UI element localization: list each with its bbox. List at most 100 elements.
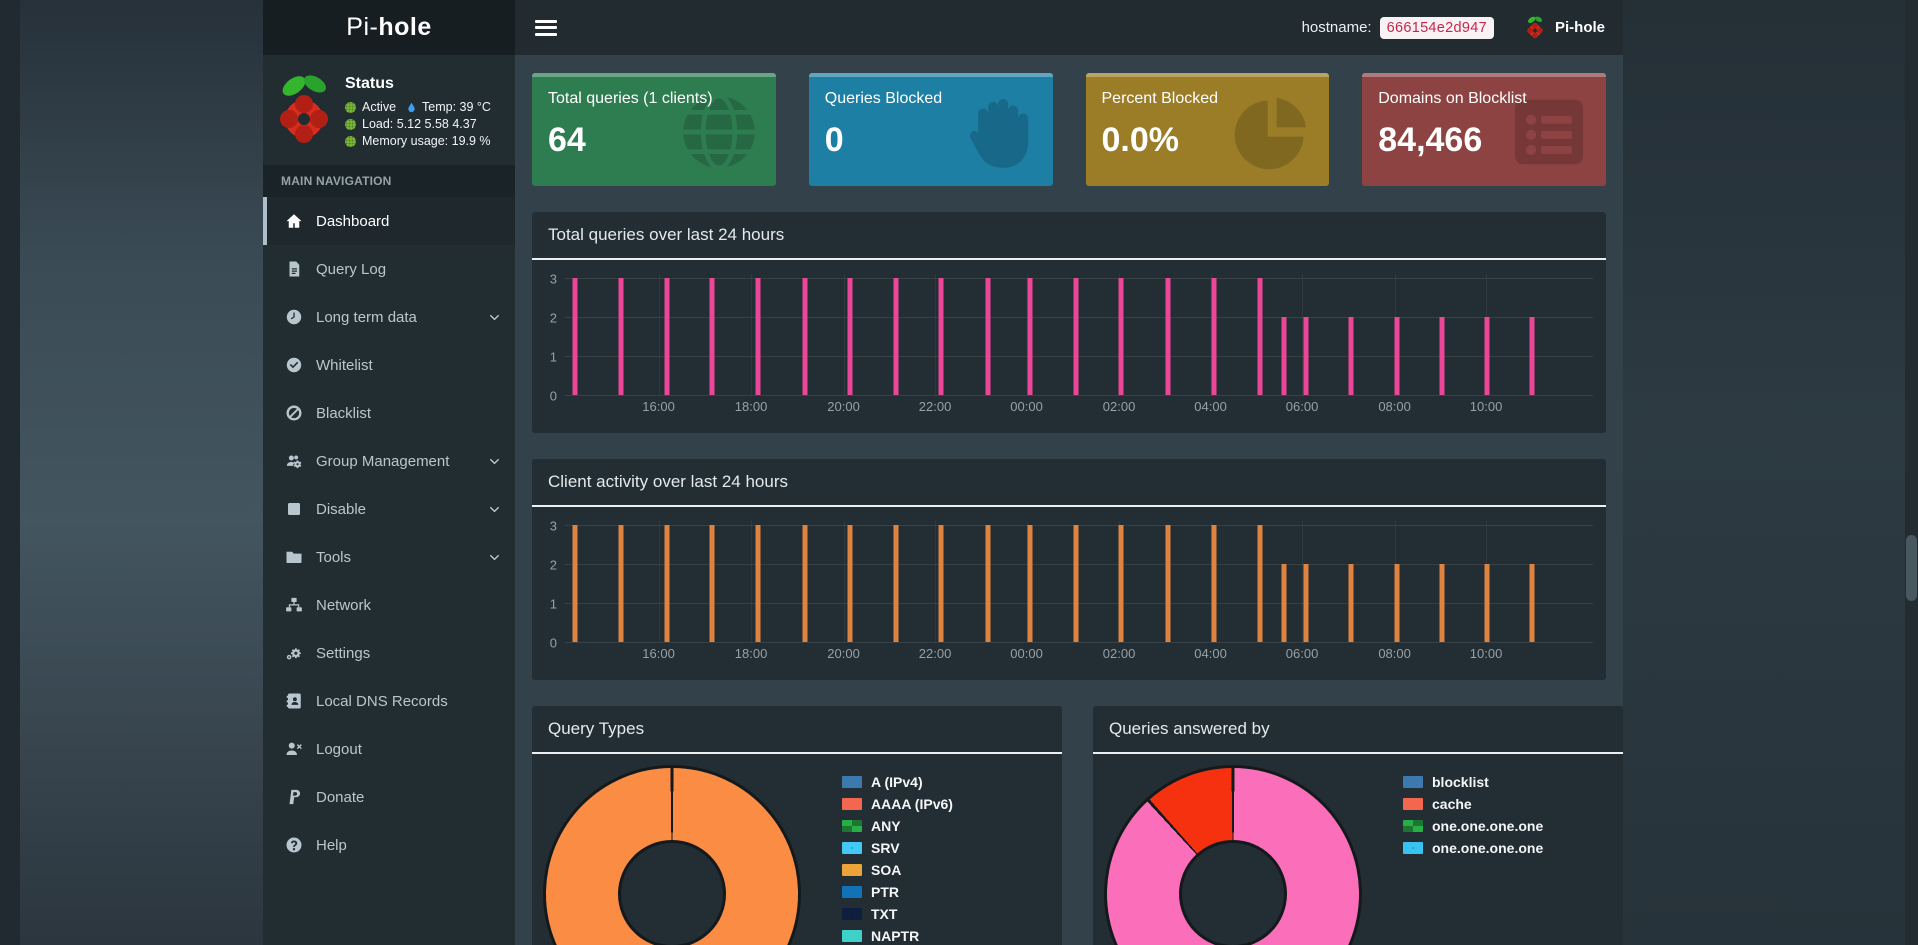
status-ok-icon — [345, 101, 356, 113]
legend-item-naptr[interactable]: NAPTR — [842, 925, 953, 945]
query-bar — [1118, 525, 1124, 642]
legend-item-any[interactable]: ANY — [842, 815, 953, 837]
sidebar-item-settings[interactable]: Settings — [263, 629, 515, 677]
query-bar — [709, 278, 715, 395]
status-temp-text: Temp: 39 °C — [422, 100, 491, 114]
legend-item-blocklist[interactable]: blocklist — [1403, 771, 1543, 793]
home-icon — [286, 214, 302, 228]
vertical-gridline — [658, 521, 660, 643]
card-label: Total queries (1 clients) — [548, 90, 713, 107]
donut-chart — [1107, 768, 1359, 945]
y-axis-tick-label: 3 — [549, 271, 557, 287]
query-bar — [1529, 317, 1535, 395]
stop-icon — [288, 503, 300, 515]
query-bar — [664, 525, 670, 642]
query-bar — [1257, 278, 1263, 395]
hostname-label: hostname: — [1301, 19, 1372, 36]
legend-item-ptr[interactable]: PTR — [842, 881, 953, 903]
chart-legend: blocklist cache one.one.one.one one.one.one… — [1403, 771, 1543, 859]
legend-item-srv[interactable]: SRV — [842, 837, 953, 859]
legend-color-chip — [842, 886, 862, 898]
legend-item-one-one-one-one[interactable]: one.one.one.one — [1403, 837, 1543, 859]
queries-answered-by-panel: Queries answered by blocklist cache one.on… — [1093, 706, 1623, 945]
sidebar-item-query-log[interactable]: Query Log — [263, 245, 515, 293]
query-bar — [847, 525, 853, 642]
legend-label: blocklist — [1432, 774, 1489, 790]
legend-color-chip — [842, 798, 862, 810]
legend-color-chip — [842, 842, 862, 854]
query-bar — [1281, 317, 1287, 395]
pihole-dashboard: Pi-hole hostname: 666154e2d947 Pi-hole S… — [0, 0, 1918, 945]
query-types-chart: A (IPv4) AAAA (IPv6) ANY SRV SOA PTR TXT NAPTR — [532, 754, 1062, 945]
sidebar-item-local-dns-records[interactable]: Local DNS Records — [263, 677, 515, 725]
sidebar-item-logout[interactable]: Logout — [263, 725, 515, 773]
sidebar-item-group-management[interactable]: Group Management — [263, 437, 515, 485]
card-label: Percent Blocked — [1101, 90, 1219, 107]
card-value: 64 — [548, 121, 586, 159]
legend-item-soa[interactable]: SOA — [842, 859, 953, 881]
query-bar — [1529, 564, 1535, 642]
query-bar — [1348, 317, 1354, 395]
query-bar — [618, 525, 623, 642]
query-bar — [1281, 564, 1287, 642]
query-bar — [802, 525, 808, 642]
query-bar — [572, 278, 578, 395]
sidebar-item-blacklist[interactable]: Blacklist — [263, 389, 515, 437]
legend-item-one-one-one-one[interactable]: one.one.one.one — [1403, 815, 1543, 837]
sidebar-item-label: Group Management — [316, 452, 450, 470]
app-logo[interactable]: Pi-hole — [263, 0, 515, 55]
y-axis-tick-label: 0 — [549, 388, 557, 404]
summary-card-domains-on-blocklist: Domains on Blocklist 84,466 — [1362, 73, 1606, 186]
legend-label: SRV — [871, 840, 900, 856]
sidebar-item-tools[interactable]: Tools — [263, 533, 515, 581]
top-navbar: Pi-hole hostname: 666154e2d947 Pi-hole — [263, 0, 1623, 55]
summary-cards-row: Total queries (1 clients) 64 Queries Block… — [532, 73, 1606, 186]
sidebar-item-whitelist[interactable]: Whitelist — [263, 341, 515, 389]
gears-icon — [286, 648, 301, 660]
sidebar-item-dashboard[interactable]: Dashboard — [263, 197, 515, 245]
status-text: Load: 5.12 5.58 4.37 — [362, 117, 477, 131]
sidebar-item-help[interactable]: Help — [263, 821, 515, 869]
legend-item-txt[interactable]: TXT — [842, 903, 953, 925]
sidebar-item-donate[interactable]: Donate — [263, 773, 515, 821]
sidebar-item-network[interactable]: Network — [263, 581, 515, 629]
legend-color-chip — [1403, 820, 1423, 832]
navbar-brand: Pi-hole — [1524, 15, 1605, 41]
legend-label: AAAA (IPv6) — [871, 796, 953, 812]
status-title: Status — [345, 75, 394, 92]
chevron-down-icon — [490, 458, 499, 464]
sidebar-toggle-icon[interactable] — [535, 19, 557, 36]
y-axis-tick-label: 2 — [549, 557, 557, 573]
content-area: Total queries (1 clients) 64 Queries Block… — [515, 55, 1623, 945]
query-bar — [1484, 317, 1490, 395]
legend-item-a-ipv4-[interactable]: A (IPv4) — [842, 771, 953, 793]
query-bar — [1303, 317, 1309, 395]
sidebar-item-label: Network — [316, 596, 372, 614]
page-background-left — [0, 0, 263, 945]
scrollbar-thumb[interactable] — [1906, 535, 1917, 601]
summary-card-total-queries-1-clients-: Total queries (1 clients) 64 — [532, 73, 776, 186]
sidebar-item-label: Help — [316, 836, 347, 854]
legend-item-cache[interactable]: cache — [1403, 793, 1543, 815]
card-value: 0 — [824, 121, 844, 159]
query-bar — [1257, 525, 1263, 642]
summary-card-queries-blocked: Queries Blocked 0 — [808, 73, 1053, 186]
y-axis-tick-label: 0 — [549, 635, 557, 651]
status-row: Memory usage: 19.9 % — [345, 134, 491, 148]
chevron-down-icon — [490, 554, 499, 560]
sidebar-item-disable[interactable]: Disable — [263, 485, 515, 533]
legend-item-aaaa-ipv6-[interactable]: AAAA (IPv6) — [842, 793, 953, 815]
x-axis-tick-label: 10:00 — [1469, 646, 1503, 661]
x-axis-tick-label: 22:00 — [918, 399, 952, 414]
query-bar — [1118, 278, 1124, 395]
page-scrollbar[interactable] — [1905, 0, 1918, 945]
query-bar — [938, 525, 944, 642]
legend-color-chip — [842, 776, 862, 788]
legend-label: PTR — [871, 884, 899, 900]
query-bar — [664, 278, 670, 395]
y-axis-tick-label: 1 — [549, 349, 557, 365]
query-bar — [1027, 525, 1033, 642]
sidebar-item-long-term-data[interactable]: Long term data — [263, 293, 515, 341]
legend-label: one.one.one.one — [1432, 840, 1544, 856]
legend-color-chip — [1403, 798, 1423, 810]
